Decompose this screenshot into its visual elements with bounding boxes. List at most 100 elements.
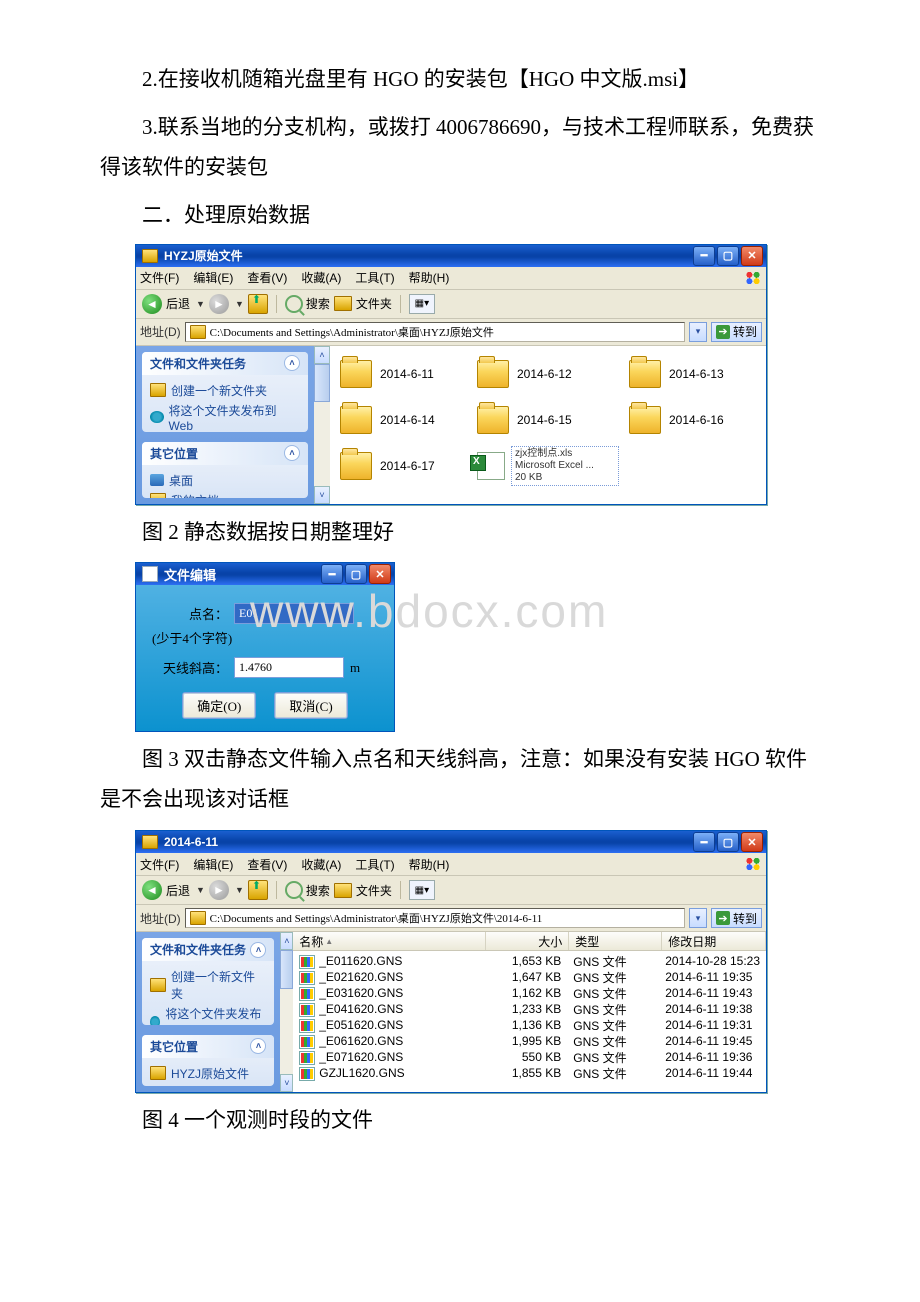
views-button[interactable]: ▦▾ xyxy=(409,880,435,900)
link-desktop[interactable]: 桌面 xyxy=(150,472,300,489)
task-publish-web[interactable]: 将这个文件夹发布到 Web xyxy=(150,1005,266,1025)
menu-edit[interactable]: 编辑(E) xyxy=(193,269,233,286)
other-panel-title: 其它位置 xyxy=(150,445,198,462)
file-row[interactable]: _E071620.GNS550 KBGNS 文件2014-6-11 19:36 xyxy=(293,1049,766,1065)
side-panel: 文件和文件夹任务˄ 创建一个新文件夹 将这个文件夹发布到 Web 共享此文件夹 … xyxy=(136,346,314,504)
task-publish-web[interactable]: 将这个文件夹发布到 Web xyxy=(150,402,300,432)
menu-file[interactable]: 文件(F) xyxy=(140,269,179,286)
forward-button[interactable]: ►▼ xyxy=(209,880,244,900)
col-date[interactable]: 修改日期 xyxy=(662,932,766,950)
scroll-thumb[interactable] xyxy=(314,364,330,403)
col-size[interactable]: 大小 xyxy=(486,932,569,950)
folder-item[interactable]: 2014-6-13 xyxy=(629,354,756,394)
collapse-icon[interactable]: ˄ xyxy=(250,942,266,958)
back-button[interactable]: ◄后退▼ xyxy=(142,294,205,314)
up-button[interactable] xyxy=(248,294,268,314)
file-row[interactable]: _E051620.GNS1,136 KBGNS 文件2014-6-11 19:3… xyxy=(293,1017,766,1033)
collapse-icon[interactable]: ˄ xyxy=(250,1038,266,1054)
folder-item[interactable]: 2014-6-17 xyxy=(340,446,467,486)
file-row[interactable]: _E031620.GNS1,162 KBGNS 文件2014-6-11 19:4… xyxy=(293,985,766,1001)
scroll-up-icon[interactable]: ˄ xyxy=(314,346,330,364)
folder-icon xyxy=(142,249,158,263)
file-row[interactable]: _E021620.GNS1,647 KBGNS 文件2014-6-11 19:3… xyxy=(293,969,766,985)
minimize-button[interactable]: ━ xyxy=(321,564,343,584)
folder-item[interactable]: 2014-6-12 xyxy=(477,354,619,394)
menu-view[interactable]: 查看(V) xyxy=(247,856,287,873)
menu-tools[interactable]: 工具(T) xyxy=(355,269,394,286)
close-button[interactable]: ✕ xyxy=(369,564,391,584)
views-button[interactable]: ▦▾ xyxy=(409,294,435,314)
task-new-folder[interactable]: 创建一个新文件夹 xyxy=(150,382,300,399)
menu-file[interactable]: 文件(F) xyxy=(140,856,179,873)
folder-item[interactable]: 2014-6-11 xyxy=(340,354,467,394)
menu-tools[interactable]: 工具(T) xyxy=(355,856,394,873)
menu-edit[interactable]: 编辑(E) xyxy=(193,856,233,873)
file-type: GNS 文件 xyxy=(567,1049,659,1066)
scroll-thumb[interactable] xyxy=(280,950,293,989)
file-type: GNS 文件 xyxy=(567,1033,659,1050)
search-button[interactable]: 搜索 xyxy=(285,881,330,899)
file-type: GNS 文件 xyxy=(567,1017,659,1034)
address-input[interactable]: C:\Documents and Settings\Administrator\… xyxy=(185,322,685,342)
dialog-titlebar[interactable]: 文件编辑 ━ ▢ ✕ xyxy=(136,563,394,585)
close-button[interactable]: ✕ xyxy=(741,832,763,852)
folder-item[interactable]: 2014-6-14 xyxy=(340,400,467,440)
folder-item[interactable]: 2014-6-16 xyxy=(629,400,756,440)
link-mydoc[interactable]: 我的文档 xyxy=(150,492,300,498)
scroll-up-icon[interactable]: ˄ xyxy=(280,932,293,950)
antenna-input[interactable]: 1.4760 xyxy=(234,657,344,678)
col-type[interactable]: 类型 xyxy=(569,932,662,950)
menu-fav[interactable]: 收藏(A) xyxy=(301,269,341,286)
folder-icon xyxy=(190,911,206,925)
collapse-icon[interactable]: ˄ xyxy=(284,355,300,371)
close-button[interactable]: ✕ xyxy=(741,246,763,266)
maximize-button[interactable]: ▢ xyxy=(717,832,739,852)
address-dropdown-button[interactable]: ▾ xyxy=(689,322,707,342)
address-path-text: C:\Documents and Settings\Administrator\… xyxy=(210,324,494,340)
cancel-button[interactable]: 取消(C) xyxy=(274,692,347,719)
collapse-icon[interactable]: ˄ xyxy=(284,445,300,461)
file-row[interactable]: GZJL1620.GNS1,855 KBGNS 文件2014-6-11 19:4… xyxy=(293,1065,766,1081)
link-mydoc[interactable]: 我的文档 xyxy=(150,1085,266,1086)
forward-button[interactable]: ►▼ xyxy=(209,294,244,314)
menu-help[interactable]: 帮助(H) xyxy=(409,856,450,873)
back-button[interactable]: ◄后退▼ xyxy=(142,880,205,900)
go-button[interactable]: ➔转到 xyxy=(711,322,762,342)
minimize-button[interactable]: ━ xyxy=(693,832,715,852)
file-size: 1,653 KB xyxy=(485,954,567,968)
go-button[interactable]: ➔转到 xyxy=(711,908,762,928)
xls-file-item[interactable]: zjx控制点.xlsMicrosoft Excel ...20 KB xyxy=(477,446,619,486)
file-row[interactable]: _E041620.GNS1,233 KBGNS 文件2014-6-11 19:3… xyxy=(293,1001,766,1017)
menu-view[interactable]: 查看(V) xyxy=(247,269,287,286)
scroll-down-icon[interactable]: ˅ xyxy=(280,1074,293,1092)
address-input[interactable]: C:\Documents and Settings\Administrator\… xyxy=(185,908,685,928)
folders-button[interactable]: 文件夹 xyxy=(334,295,392,312)
search-button[interactable]: 搜索 xyxy=(285,295,330,313)
folders-button[interactable]: 文件夹 xyxy=(334,882,392,899)
toolbar: ◄后退▼ ►▼ 搜索 文件夹 ▦▾ xyxy=(136,290,766,319)
folder-item[interactable]: 2014-6-15 xyxy=(477,400,619,440)
link-parent-folder[interactable]: HYZJ原始文件 xyxy=(150,1065,266,1082)
maximize-button[interactable]: ▢ xyxy=(717,246,739,266)
file-list-area: 名称▲ 大小 类型 修改日期 _E011620.GNS1,653 KBGNS 文… xyxy=(293,932,766,1092)
maximize-button[interactable]: ▢ xyxy=(345,564,367,584)
folder-icon xyxy=(190,325,206,339)
menu-help[interactable]: 帮助(H) xyxy=(409,269,450,286)
pointname-input[interactable]: E01 xyxy=(234,603,354,624)
side-scrollbar[interactable]: ˄ ˅ xyxy=(280,932,293,1092)
task-new-folder[interactable]: 创建一个新文件夹 xyxy=(150,968,266,1002)
file-row[interactable]: _E011620.GNS1,653 KBGNS 文件2014-10-28 15:… xyxy=(293,953,766,969)
up-button[interactable] xyxy=(248,880,268,900)
scroll-down-icon[interactable]: ˅ xyxy=(314,486,330,504)
separator xyxy=(276,295,277,313)
col-name[interactable]: 名称▲ xyxy=(293,932,486,950)
file-row[interactable]: _E061620.GNS1,995 KBGNS 文件2014-6-11 19:4… xyxy=(293,1033,766,1049)
menu-fav[interactable]: 收藏(A) xyxy=(301,856,341,873)
titlebar[interactable]: HYZJ原始文件 ━ ▢ ✕ xyxy=(136,245,766,267)
minimize-button[interactable]: ━ xyxy=(693,246,715,266)
titlebar[interactable]: 2014-6-11 ━ ▢ ✕ xyxy=(136,831,766,853)
ok-button[interactable]: 确定(O) xyxy=(182,692,256,719)
file-size: 1,855 KB xyxy=(485,1066,567,1080)
address-dropdown-button[interactable]: ▾ xyxy=(689,908,707,928)
side-scrollbar[interactable]: ˄ ˅ xyxy=(314,346,330,504)
